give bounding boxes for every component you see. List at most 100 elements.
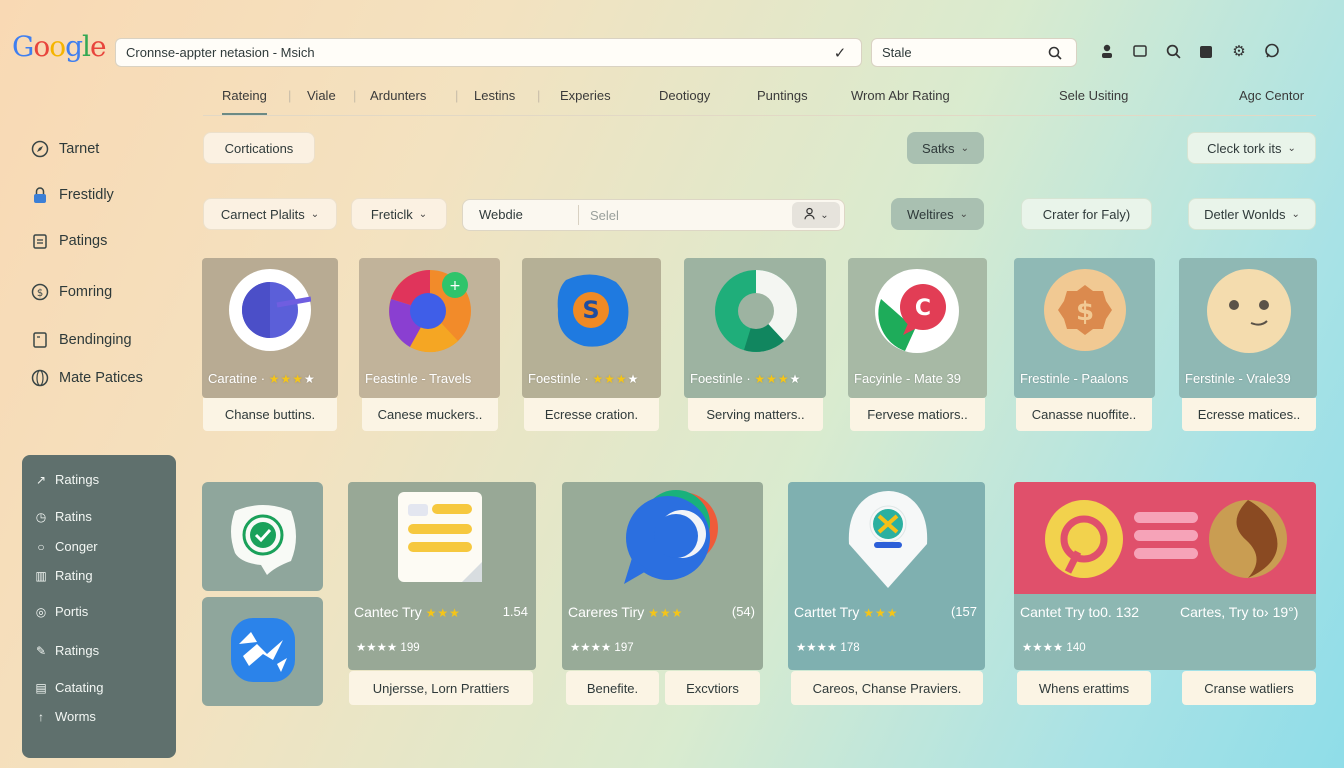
side-search-value: Stale xyxy=(882,45,912,60)
app-card[interactable]: Cantet Try to0. 132 Cartes, Try to› 19°)… xyxy=(1014,482,1316,670)
lock-icon xyxy=(30,185,50,205)
detler-dropdown[interactable]: Detler Wonlds ⌄ xyxy=(1188,198,1316,230)
app-card[interactable]: $ Frestinle - Paalons xyxy=(1014,258,1155,398)
settings-icon[interactable]: ⚙ xyxy=(1228,40,1250,62)
star-rating: ★★★★ 178 xyxy=(796,642,860,654)
sidebar-item-frestidly[interactable]: Frestidly xyxy=(30,185,114,205)
side-search-input[interactable]: Stale xyxy=(871,38,1077,67)
tab-deotiogy[interactable]: Deotiogy xyxy=(659,88,710,103)
sidebar-item-patings[interactable]: Patings xyxy=(30,231,107,251)
filter-search[interactable]: Webdie Selel ⌄ xyxy=(462,199,845,231)
app-card-count: (54) xyxy=(731,604,755,619)
app-tile[interactable] xyxy=(202,482,323,591)
document-icon xyxy=(398,492,484,589)
sidebar-item-label: Tarnet xyxy=(59,141,100,157)
card-banner xyxy=(1014,482,1316,594)
tab-sele-usiting[interactable]: Sele Usiting xyxy=(1059,88,1128,103)
circle-icon: ○ xyxy=(37,539,45,554)
chart-icon: ↗ xyxy=(35,472,47,487)
app-card[interactable]: Cantec Try ★★★ 1.54 ★★★★ 199 xyxy=(348,482,536,670)
building-icon: ▥ xyxy=(35,568,47,583)
star-rating: ★★★★ 199 xyxy=(356,642,420,654)
app-card-subtitle: Ecresse cration. xyxy=(524,398,659,431)
app-card[interactable]: + Feastinle - Travels xyxy=(359,258,500,398)
app-card[interactable]: Foestinle · ★★★★ xyxy=(684,258,826,398)
app-card-title: Cantec Try ★★★ xyxy=(354,604,461,620)
bag-icon[interactable] xyxy=(1195,40,1217,62)
app-card-title: Facyinle - Mate 39 xyxy=(854,371,961,386)
app-card[interactable]: C Facyinle - Mate 39 xyxy=(848,258,987,398)
google-logo[interactable]: Google xyxy=(12,30,107,63)
panel-item-worms[interactable]: ↑ Worms xyxy=(34,709,96,724)
search-input[interactable]: Cronnse-appter netasion - Msich ✓ xyxy=(115,38,862,67)
certifications-chip[interactable]: Cortications xyxy=(203,132,315,164)
tab-rateing[interactable]: Rateing xyxy=(222,88,267,115)
app-card-title: Frestinle - Paalons xyxy=(1020,371,1129,386)
app-card-subtitle: Careos, Chanse Praviers. xyxy=(791,671,983,705)
sidebar-item-tarnet[interactable]: Tarnet xyxy=(30,139,99,159)
panel-item-conger[interactable]: ○ Conger xyxy=(34,539,97,554)
app-card-title: Caratine · ★★★★ xyxy=(208,371,316,386)
star-rating: ★★★★ 197 xyxy=(570,642,634,654)
carrier-dropdown[interactable]: Carnect Plalits ⌄ xyxy=(203,198,337,230)
tab-agc-centor[interactable]: Agc Centor xyxy=(1239,88,1304,103)
nav-tabs: Rateing | Viale | Ardunters | Lestins | … xyxy=(203,82,1316,116)
user-filter-button[interactable]: ⌄ xyxy=(792,202,840,228)
target-icon: ◎ xyxy=(35,604,47,619)
app-card[interactable]: Caratine · ★★★★ xyxy=(202,258,338,398)
check-icon[interactable]: ✓ xyxy=(829,42,851,64)
star-rating: ★★★★ xyxy=(592,372,640,386)
tab-viale[interactable]: Viale xyxy=(307,88,336,103)
freetick-dropdown[interactable]: Freticlk ⌄ xyxy=(351,198,447,230)
sidebar-item-label: Bendinging xyxy=(59,332,132,348)
tab-experies[interactable]: Experies xyxy=(560,88,611,103)
app-card-title: Cartes, Try to› 19°) xyxy=(1180,604,1299,620)
panel-item-ratings[interactable]: ↗ Ratings xyxy=(34,472,99,487)
chat-icon[interactable] xyxy=(1261,40,1283,62)
app-card-subtitle: Excvtiors xyxy=(665,671,760,705)
tab-lestins[interactable]: Lestins xyxy=(474,88,515,103)
tab-separator: | xyxy=(537,88,541,103)
check-dropdown[interactable]: Cleck tork its ⌄ xyxy=(1187,132,1316,164)
app-tile[interactable] xyxy=(202,597,323,706)
weltires-dropdown[interactable]: Weltires ⌄ xyxy=(891,198,984,230)
panel-item-rating[interactable]: ▥ Rating xyxy=(34,568,92,583)
dollar-badge-icon: $ xyxy=(1044,269,1126,351)
app-card[interactable]: Ferstinle - Vrale39 xyxy=(1179,258,1317,398)
app-card[interactable]: Carttet Try ★★★ (157 ★★★★ 178 xyxy=(788,482,985,670)
app-logo-icon xyxy=(229,269,312,351)
status-dropdown[interactable]: Satks ⌄ xyxy=(907,132,984,164)
sidebar-item-mate-patices[interactable]: Mate Patices xyxy=(30,368,143,388)
user-icon[interactable] xyxy=(1096,40,1118,62)
tab-wrom-abr-rating[interactable]: Wrom Abr Rating xyxy=(851,88,950,103)
panel-item-ratings-2[interactable]: ✎ Ratings xyxy=(34,643,99,658)
app-card[interactable]: Careres Tiry ★★★ (54) ★★★★ 197 xyxy=(562,482,763,670)
filter-search-label: Webdie xyxy=(463,205,579,225)
sidebar-item-bendinging[interactable]: Bendinging xyxy=(30,330,132,350)
card-icon: ▤ xyxy=(35,680,47,695)
search-icon[interactable] xyxy=(1044,42,1066,64)
clock-icon: ◷ xyxy=(35,509,47,524)
app-card-subtitle: Chanse buttins. xyxy=(203,398,337,431)
search-input-value: Cronnse-appter netasion - Msich xyxy=(126,45,315,60)
app-card-subtitle: Serving matters.. xyxy=(688,398,823,431)
app-card-title: Feastinle - Travels xyxy=(365,371,472,386)
app-card-subtitle: Cranse watliers xyxy=(1182,671,1316,705)
app-card-subtitle: Whens erattims xyxy=(1017,671,1151,705)
panel-item-portis[interactable]: ◎ Portis xyxy=(34,604,88,619)
document-icon xyxy=(30,330,50,350)
filter-search-input[interactable]: Selel xyxy=(579,208,792,223)
crater-chip[interactable]: Crater for Faly) xyxy=(1021,198,1152,230)
star-rating: ★★★★ xyxy=(754,372,802,386)
folder-icon[interactable] xyxy=(1129,40,1151,62)
sidebar-item-fomring[interactable]: $ Fomring xyxy=(30,282,112,302)
app-card-subtitle: Ecresse matices.. xyxy=(1182,398,1316,431)
tab-ardunters[interactable]: Ardunters xyxy=(370,88,426,103)
panel-item-catating[interactable]: ▤ Catating xyxy=(34,680,103,695)
search-icon[interactable] xyxy=(1162,40,1184,62)
tab-puntings[interactable]: Puntings xyxy=(757,88,808,103)
panel-item-ratins[interactable]: ◷ Ratins xyxy=(34,509,92,524)
app-card[interactable]: S Foestinle · ★★★★ xyxy=(522,258,661,398)
svg-text:S: S xyxy=(582,296,599,324)
app-card-title: Careres Tiry ★★★ xyxy=(568,604,684,620)
